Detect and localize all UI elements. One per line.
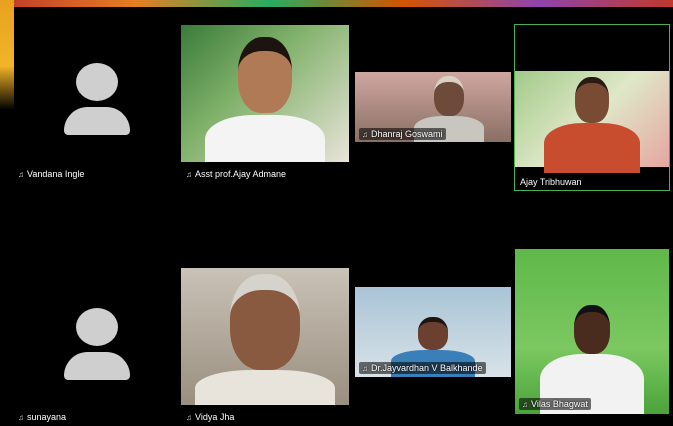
participant-name: Ajay Tribhuwan (520, 177, 582, 187)
participant-tile-jayvardhan[interactable]: ♫ Dr.Jayvardhan V Balkhande (355, 287, 511, 377)
mic-off-icon: ♫ (186, 170, 192, 179)
participant-tile-vidya-jha[interactable] (181, 268, 349, 405)
participant-name: ♫ Asst prof.Ajay Admane (186, 169, 287, 179)
mic-off-icon: ♫ (522, 400, 528, 409)
participant-name: ♫ sunayana (18, 412, 67, 422)
avatar-placeholder-icon (64, 63, 130, 135)
participant-name: ♫ Dr.Jayvardhan V Balkhande (359, 362, 486, 374)
participant-tile-vilas-bhagwat[interactable]: ♫ Vilas Bhagwat (515, 249, 669, 414)
mic-off-icon: ♫ (186, 413, 192, 422)
video-feed (195, 274, 335, 405)
participant-name: ♫ Vidya Jha (186, 412, 235, 422)
participant-name: ♫ Vilas Bhagwat (519, 398, 591, 410)
video-feed (205, 37, 325, 162)
mic-off-icon: ♫ (18, 170, 24, 179)
participant-name: ♫ Dhanraj Goswami (359, 128, 446, 140)
mic-off-icon: ♫ (362, 130, 368, 139)
participant-tile-sunayana[interactable] (18, 268, 176, 408)
video-feed (515, 71, 669, 173)
participant-name: ♫ Vandana Ingle (18, 169, 85, 179)
avatar-placeholder-icon (64, 308, 130, 380)
top-decoration-band (0, 0, 673, 7)
mic-off-icon: ♫ (18, 413, 24, 422)
participant-tile-ajay-tribhuwan[interactable]: Ajay Tribhuwan (514, 24, 670, 191)
participant-tile-dhanraj[interactable]: ♫ Dhanraj Goswami (355, 72, 511, 142)
participant-tile-vandana[interactable] (18, 25, 176, 165)
participant-tile-ajay-admane[interactable] (181, 25, 349, 162)
left-decoration (0, 0, 14, 110)
mic-off-icon: ♫ (362, 364, 368, 373)
